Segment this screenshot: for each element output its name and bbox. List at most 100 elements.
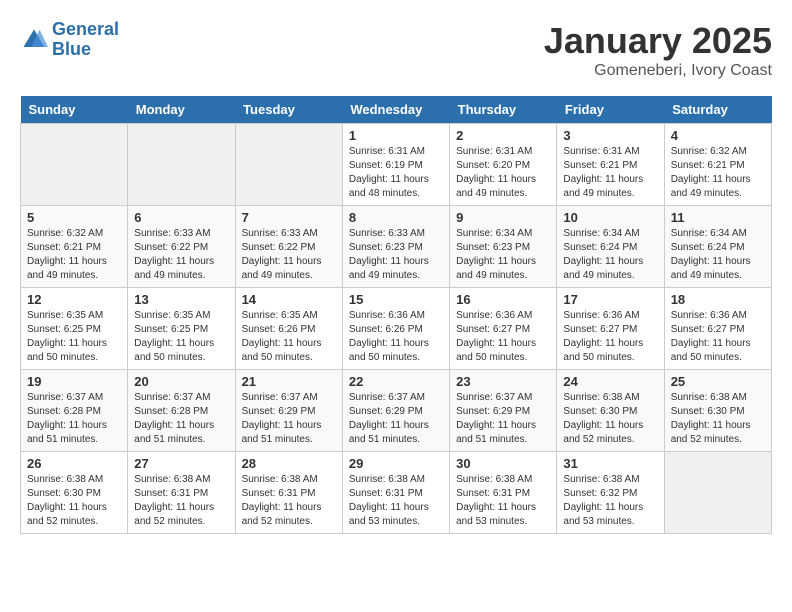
day-number: 24 [563, 374, 657, 389]
calendar-cell: 27 Sunrise: 6:38 AM Sunset: 6:31 PM Dayli… [128, 452, 235, 534]
calendar-cell: 24 Sunrise: 6:38 AM Sunset: 6:30 PM Dayli… [557, 370, 664, 452]
weekday-header-friday: Friday [557, 96, 664, 124]
calendar-header: SundayMondayTuesdayWednesdayThursdayFrid… [21, 96, 772, 124]
weekday-header-sunday: Sunday [21, 96, 128, 124]
calendar-cell: 15Sunrise: 6:36 AM Sunset: 6:26 PM Dayli… [342, 288, 449, 370]
calendar-week-row: 19 Sunrise: 6:37 AM Sunset: 6:28 PM Dayli… [21, 370, 772, 452]
day-number: 11 [671, 210, 765, 225]
calendar-week-row: 26 Sunrise: 6:38 AM Sunset: 6:30 PM Dayli… [21, 452, 772, 534]
day-number: 18 [671, 292, 765, 307]
calendar-cell: 6 Sunrise: 6:33 AM Sunset: 6:22 PM Daylig… [128, 206, 235, 288]
logo-blue: Blue [52, 39, 91, 59]
calendar-week-row: 1 Sunrise: 6:31 AM Sunset: 6:19 PM Daylig… [21, 124, 772, 206]
title-block: January 2025 Gomeneberi, Ivory Coast [544, 20, 772, 80]
calendar-cell: 31 Sunrise: 6:38 AM Sunset: 6:32 PM Dayli… [557, 452, 664, 534]
calendar-cell: 23 Sunrise: 6:37 AM Sunset: 6:29 PM Dayli… [450, 370, 557, 452]
day-number: 5 [27, 210, 121, 225]
logo: General Blue [20, 20, 119, 60]
calendar-cell: 29Sunrise: 6:38 AM Sunset: 6:31 PM Dayli… [342, 452, 449, 534]
calendar-cell [235, 124, 342, 206]
calendar-cell: 20Sunrise: 6:37 AM Sunset: 6:28 PM Dayli… [128, 370, 235, 452]
day-info: Sunrise: 6:38 AM Sunset: 6:32 PM Dayligh… [563, 473, 657, 529]
calendar-cell: 25 Sunrise: 6:38 AM Sunset: 6:30 PM Dayli… [664, 370, 771, 452]
calendar-cell: 1 Sunrise: 6:31 AM Sunset: 6:19 PM Daylig… [342, 124, 449, 206]
calendar-cell: 26 Sunrise: 6:38 AM Sunset: 6:30 PM Dayli… [21, 452, 128, 534]
day-info: Sunrise: 6:31 AM Sunset: 6:20 PM Dayligh… [456, 145, 550, 201]
calendar-cell: 19 Sunrise: 6:37 AM Sunset: 6:28 PM Dayli… [21, 370, 128, 452]
day-number: 30 [456, 456, 550, 471]
calendar-cell [128, 124, 235, 206]
calendar-cell: 17 Sunrise: 6:36 AM Sunset: 6:27 PM Dayli… [557, 288, 664, 370]
day-info: Sunrise: 6:38 AM Sunset: 6:31 PM Dayligh… [134, 473, 228, 529]
weekday-header-wednesday: Wednesday [342, 96, 449, 124]
day-info: Sunrise: 6:35 AM Sunset: 6:25 PM Dayligh… [27, 309, 121, 365]
calendar-cell: 2 Sunrise: 6:31 AM Sunset: 6:20 PM Daylig… [450, 124, 557, 206]
day-info: Sunrise: 6:36 AM Sunset: 6:27 PM Dayligh… [671, 309, 765, 365]
page-header: General Blue January 2025 Gomeneberi, Iv… [20, 20, 772, 80]
day-number: 12 [27, 292, 121, 307]
day-info: Sunrise: 6:37 AM Sunset: 6:28 PM Dayligh… [27, 391, 121, 447]
day-info: Sunrise: 6:31 AM Sunset: 6:19 PM Dayligh… [349, 145, 443, 201]
day-info: Sunrise: 6:37 AM Sunset: 6:29 PM Dayligh… [456, 391, 550, 447]
calendar-cell: 16 Sunrise: 6:36 AM Sunset: 6:27 PM Dayli… [450, 288, 557, 370]
logo-icon [20, 26, 48, 54]
day-number: 31 [563, 456, 657, 471]
day-number: 2 [456, 128, 550, 143]
day-number: 6 [134, 210, 228, 225]
day-number: 25 [671, 374, 765, 389]
day-info: Sunrise: 6:36 AM Sunset: 6:27 PM Dayligh… [563, 309, 657, 365]
day-info: Sunrise: 6:38 AM Sunset: 6:30 PM Dayligh… [671, 391, 765, 447]
day-info: Sunrise: 6:34 AM Sunset: 6:23 PM Dayligh… [456, 227, 550, 283]
day-number: 1 [349, 128, 443, 143]
calendar-cell: 11Sunrise: 6:34 AM Sunset: 6:24 PM Dayli… [664, 206, 771, 288]
calendar-cell [21, 124, 128, 206]
day-info: Sunrise: 6:34 AM Sunset: 6:24 PM Dayligh… [563, 227, 657, 283]
calendar-cell: 9 Sunrise: 6:34 AM Sunset: 6:23 PM Daylig… [450, 206, 557, 288]
weekday-header-row: SundayMondayTuesdayWednesdayThursdayFrid… [21, 96, 772, 124]
day-info: Sunrise: 6:38 AM Sunset: 6:30 PM Dayligh… [563, 391, 657, 447]
day-info: Sunrise: 6:32 AM Sunset: 6:21 PM Dayligh… [27, 227, 121, 283]
day-info: Sunrise: 6:31 AM Sunset: 6:21 PM Dayligh… [563, 145, 657, 201]
day-number: 19 [27, 374, 121, 389]
day-number: 17 [563, 292, 657, 307]
calendar-cell: 30 Sunrise: 6:38 AM Sunset: 6:31 PM Dayli… [450, 452, 557, 534]
day-number: 9 [456, 210, 550, 225]
calendar-table: SundayMondayTuesdayWednesdayThursdayFrid… [20, 96, 772, 534]
calendar-cell: 8Sunrise: 6:33 AM Sunset: 6:23 PM Daylig… [342, 206, 449, 288]
day-info: Sunrise: 6:38 AM Sunset: 6:30 PM Dayligh… [27, 473, 121, 529]
day-number: 26 [27, 456, 121, 471]
day-info: Sunrise: 6:38 AM Sunset: 6:31 PM Dayligh… [349, 473, 443, 529]
day-number: 16 [456, 292, 550, 307]
day-info: Sunrise: 6:38 AM Sunset: 6:31 PM Dayligh… [456, 473, 550, 529]
calendar-cell: 22Sunrise: 6:37 AM Sunset: 6:29 PM Dayli… [342, 370, 449, 452]
calendar-cell: 3Sunrise: 6:31 AM Sunset: 6:21 PM Daylig… [557, 124, 664, 206]
day-info: Sunrise: 6:33 AM Sunset: 6:23 PM Dayligh… [349, 227, 443, 283]
weekday-header-monday: Monday [128, 96, 235, 124]
calendar-week-row: 5 Sunrise: 6:32 AM Sunset: 6:21 PM Daylig… [21, 206, 772, 288]
day-info: Sunrise: 6:33 AM Sunset: 6:22 PM Dayligh… [242, 227, 336, 283]
calendar-cell: 4Sunrise: 6:32 AM Sunset: 6:21 PM Daylig… [664, 124, 771, 206]
calendar-cell: 10Sunrise: 6:34 AM Sunset: 6:24 PM Dayli… [557, 206, 664, 288]
day-info: Sunrise: 6:37 AM Sunset: 6:29 PM Dayligh… [349, 391, 443, 447]
day-info: Sunrise: 6:36 AM Sunset: 6:26 PM Dayligh… [349, 309, 443, 365]
calendar-cell: 28 Sunrise: 6:38 AM Sunset: 6:31 PM Dayli… [235, 452, 342, 534]
day-info: Sunrise: 6:37 AM Sunset: 6:29 PM Dayligh… [242, 391, 336, 447]
calendar-cell: 21 Sunrise: 6:37 AM Sunset: 6:29 PM Dayli… [235, 370, 342, 452]
logo-general: General [52, 19, 119, 39]
day-info: Sunrise: 6:33 AM Sunset: 6:22 PM Dayligh… [134, 227, 228, 283]
day-info: Sunrise: 6:35 AM Sunset: 6:25 PM Dayligh… [134, 309, 228, 365]
calendar-cell: 18 Sunrise: 6:36 AM Sunset: 6:27 PM Dayli… [664, 288, 771, 370]
day-info: Sunrise: 6:37 AM Sunset: 6:28 PM Dayligh… [134, 391, 228, 447]
day-number: 21 [242, 374, 336, 389]
calendar-cell [664, 452, 771, 534]
day-number: 28 [242, 456, 336, 471]
day-number: 27 [134, 456, 228, 471]
day-number: 13 [134, 292, 228, 307]
calendar-cell: 13 Sunrise: 6:35 AM Sunset: 6:25 PM Dayli… [128, 288, 235, 370]
day-info: Sunrise: 6:36 AM Sunset: 6:27 PM Dayligh… [456, 309, 550, 365]
day-info: Sunrise: 6:35 AM Sunset: 6:26 PM Dayligh… [242, 309, 336, 365]
day-info: Sunrise: 6:38 AM Sunset: 6:31 PM Dayligh… [242, 473, 336, 529]
month-title: January 2025 [544, 20, 772, 62]
calendar-cell: 12 Sunrise: 6:35 AM Sunset: 6:25 PM Dayli… [21, 288, 128, 370]
day-number: 23 [456, 374, 550, 389]
